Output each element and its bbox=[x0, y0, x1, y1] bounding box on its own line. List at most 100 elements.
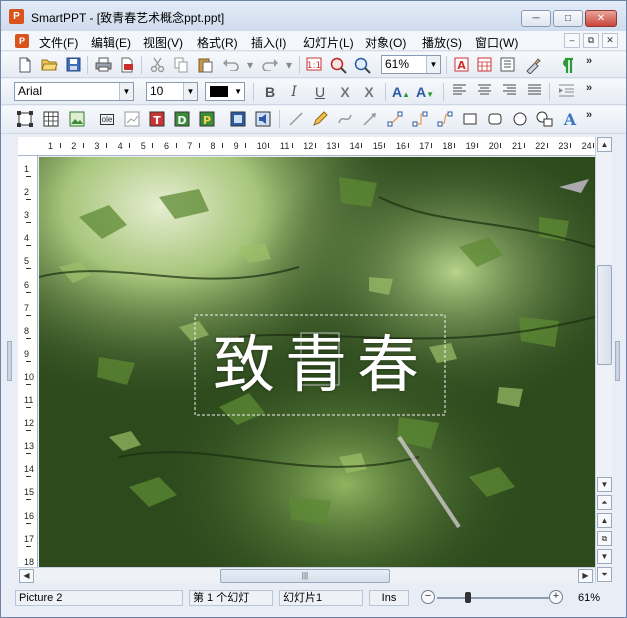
curved-connector-icon[interactable] bbox=[435, 110, 455, 129]
font-size-select[interactable]: 10 ▼ bbox=[146, 82, 198, 101]
font-name-select[interactable]: Arial ▼ bbox=[14, 82, 134, 101]
redo-dropdown-icon[interactable]: ▾ bbox=[283, 56, 295, 75]
right-pane-splitter[interactable] bbox=[615, 341, 620, 381]
insert-table-icon[interactable] bbox=[474, 56, 494, 75]
maximize-button[interactable]: □ bbox=[553, 10, 583, 27]
insert-list-icon[interactable] bbox=[497, 56, 517, 75]
menu-format[interactable]: 格式(R) bbox=[197, 34, 238, 51]
menu-window[interactable]: 窗口(W) bbox=[475, 34, 518, 51]
align-left-icon[interactable] bbox=[449, 83, 469, 102]
left-pane-splitter[interactable] bbox=[7, 341, 12, 381]
paragraph-marks-icon[interactable] bbox=[556, 56, 576, 75]
slide-title-text[interactable]: 致青春 bbox=[199, 323, 443, 407]
chevron-down-icon[interactable]: ▼ bbox=[426, 56, 440, 73]
horizontal-scroll-thumb[interactable]: ||| bbox=[220, 569, 390, 583]
scroll-left-icon[interactable]: ◀ bbox=[19, 569, 34, 583]
chevron-down-icon[interactable]: ▼ bbox=[234, 83, 242, 100]
new-file-icon[interactable] bbox=[15, 56, 35, 75]
mdi-restore-button[interactable]: ⧉ bbox=[583, 33, 599, 48]
menu-play[interactable]: 播放(S) bbox=[422, 34, 462, 51]
justify-icon[interactable] bbox=[524, 83, 544, 102]
decrease-font-icon[interactable]: A▼ bbox=[415, 83, 435, 102]
menu-file[interactable]: 文件(F) bbox=[39, 34, 78, 51]
line-tool-icon[interactable] bbox=[286, 110, 306, 129]
chart-object-icon[interactable] bbox=[122, 110, 142, 129]
mdi-minimize-button[interactable]: – bbox=[564, 33, 580, 48]
ellipse-icon[interactable] bbox=[510, 110, 530, 129]
pdf-export-icon[interactable] bbox=[117, 56, 137, 75]
copy-icon[interactable] bbox=[171, 56, 191, 75]
text-box-icon[interactable]: A bbox=[451, 56, 471, 75]
zoom-icon[interactable] bbox=[352, 56, 372, 75]
menu-view[interactable]: 视图(V) bbox=[143, 34, 183, 51]
ole-object-icon[interactable]: ole bbox=[97, 110, 117, 129]
scroll-right-icon[interactable]: ▶ bbox=[578, 569, 593, 583]
placeholder-p-icon[interactable]: P bbox=[197, 110, 217, 129]
menu-object[interactable]: 对象(O) bbox=[365, 34, 406, 51]
movie-icon[interactable] bbox=[228, 110, 248, 129]
first-slide-icon[interactable]: ⏶ bbox=[597, 495, 612, 510]
scroll-up-icon[interactable]: ▲ bbox=[597, 137, 612, 152]
curve-tool-icon[interactable] bbox=[335, 110, 355, 129]
save-icon[interactable] bbox=[63, 56, 83, 75]
cut-icon[interactable] bbox=[147, 56, 167, 75]
sound-icon[interactable] bbox=[253, 110, 273, 129]
previous-slide-icon[interactable]: ▲ bbox=[597, 513, 612, 528]
format-painter-icon[interactable] bbox=[522, 56, 542, 75]
close-button[interactable]: ✕ bbox=[585, 10, 617, 27]
zoom-region-icon[interactable] bbox=[328, 56, 348, 75]
chevron-down-icon[interactable]: ▼ bbox=[119, 83, 133, 100]
undo-icon[interactable] bbox=[221, 56, 241, 75]
print-icon[interactable] bbox=[93, 56, 113, 75]
zoom-slider-handle[interactable] bbox=[465, 592, 471, 603]
vertical-ruler[interactable]: 1 2 3 4 5 6 7 8 9 10 11 12 13 14 15 16 17 18 bbox=[18, 156, 38, 567]
indent-icon[interactable] bbox=[556, 83, 576, 102]
redo-icon[interactable] bbox=[260, 56, 280, 75]
align-right-icon[interactable] bbox=[499, 83, 519, 102]
select-frame-icon[interactable] bbox=[15, 110, 35, 129]
text-frame-icon[interactable]: T bbox=[147, 110, 167, 129]
clear-format-icon[interactable]: X bbox=[359, 83, 379, 102]
undo-dropdown-icon[interactable]: ▾ bbox=[244, 56, 256, 75]
toolbar-overflow-icon[interactable]: » bbox=[586, 82, 592, 94]
slide-canvas[interactable]: 致青春 bbox=[39, 157, 595, 567]
vertical-scrollbar[interactable]: ▲ ▼ ⏶ ▲ ⧉ ▼ ⏷ bbox=[595, 137, 612, 583]
elbow-connector-icon[interactable] bbox=[410, 110, 430, 129]
placeholder-d-icon[interactable]: D bbox=[172, 110, 192, 129]
chevron-down-icon[interactable]: ▼ bbox=[183, 83, 197, 100]
actual-size-icon[interactable]: 1:1 bbox=[304, 56, 324, 75]
zoom-out-icon[interactable]: − bbox=[421, 590, 435, 604]
menu-edit[interactable]: 编辑(E) bbox=[91, 34, 131, 51]
next-slide-icon[interactable]: ▼ bbox=[597, 549, 612, 564]
strikethrough-icon[interactable]: X bbox=[335, 83, 355, 102]
increase-font-icon[interactable]: A▲ bbox=[391, 83, 411, 102]
title-bar[interactable]: P SmartPPT - [致青春艺术概念ppt.ppt] ─ □ ✕ bbox=[1, 1, 626, 31]
vertical-scroll-thumb[interactable] bbox=[597, 265, 612, 365]
connector-icon[interactable] bbox=[385, 110, 405, 129]
minimize-button[interactable]: ─ bbox=[521, 10, 551, 27]
arrow-tool-icon[interactable] bbox=[360, 110, 380, 129]
document-icon[interactable]: P bbox=[15, 34, 29, 48]
italic-icon[interactable]: I bbox=[284, 83, 304, 102]
shapes-icon[interactable] bbox=[535, 110, 555, 129]
mdi-close-button[interactable]: ✕ bbox=[602, 33, 618, 48]
pencil-icon[interactable] bbox=[310, 110, 330, 129]
zoom-select[interactable]: 61% ▼ bbox=[381, 55, 441, 74]
scroll-down-icon[interactable]: ▼ bbox=[597, 477, 612, 492]
align-center-icon[interactable] bbox=[474, 83, 494, 102]
bold-icon[interactable]: B bbox=[260, 83, 280, 102]
toolbar-overflow-icon[interactable]: » bbox=[586, 55, 592, 67]
menu-insert[interactable]: 插入(I) bbox=[251, 34, 286, 51]
zoom-slider[interactable] bbox=[437, 597, 549, 599]
rectangle-icon[interactable] bbox=[460, 110, 480, 129]
menu-slide[interactable]: 幻灯片(L) bbox=[303, 34, 354, 51]
horizontal-scrollbar[interactable]: ◀ ||| ▶ bbox=[18, 567, 595, 583]
paste-icon[interactable] bbox=[195, 56, 215, 75]
font-color-picker[interactable]: ▼ bbox=[205, 82, 245, 101]
toolbar-overflow-icon[interactable]: » bbox=[586, 109, 592, 121]
grid-table-icon[interactable] bbox=[41, 110, 61, 129]
insert-picture-icon[interactable] bbox=[67, 110, 87, 129]
underline-icon[interactable]: U bbox=[310, 83, 330, 102]
rounded-rectangle-icon[interactable] bbox=[485, 110, 505, 129]
horizontal-ruler[interactable]: 1 2 3 4 5 6 7 8 9 10 11 12 13 14 15 16 17 18 19 20 21 22 23 24 bbox=[18, 137, 595, 156]
